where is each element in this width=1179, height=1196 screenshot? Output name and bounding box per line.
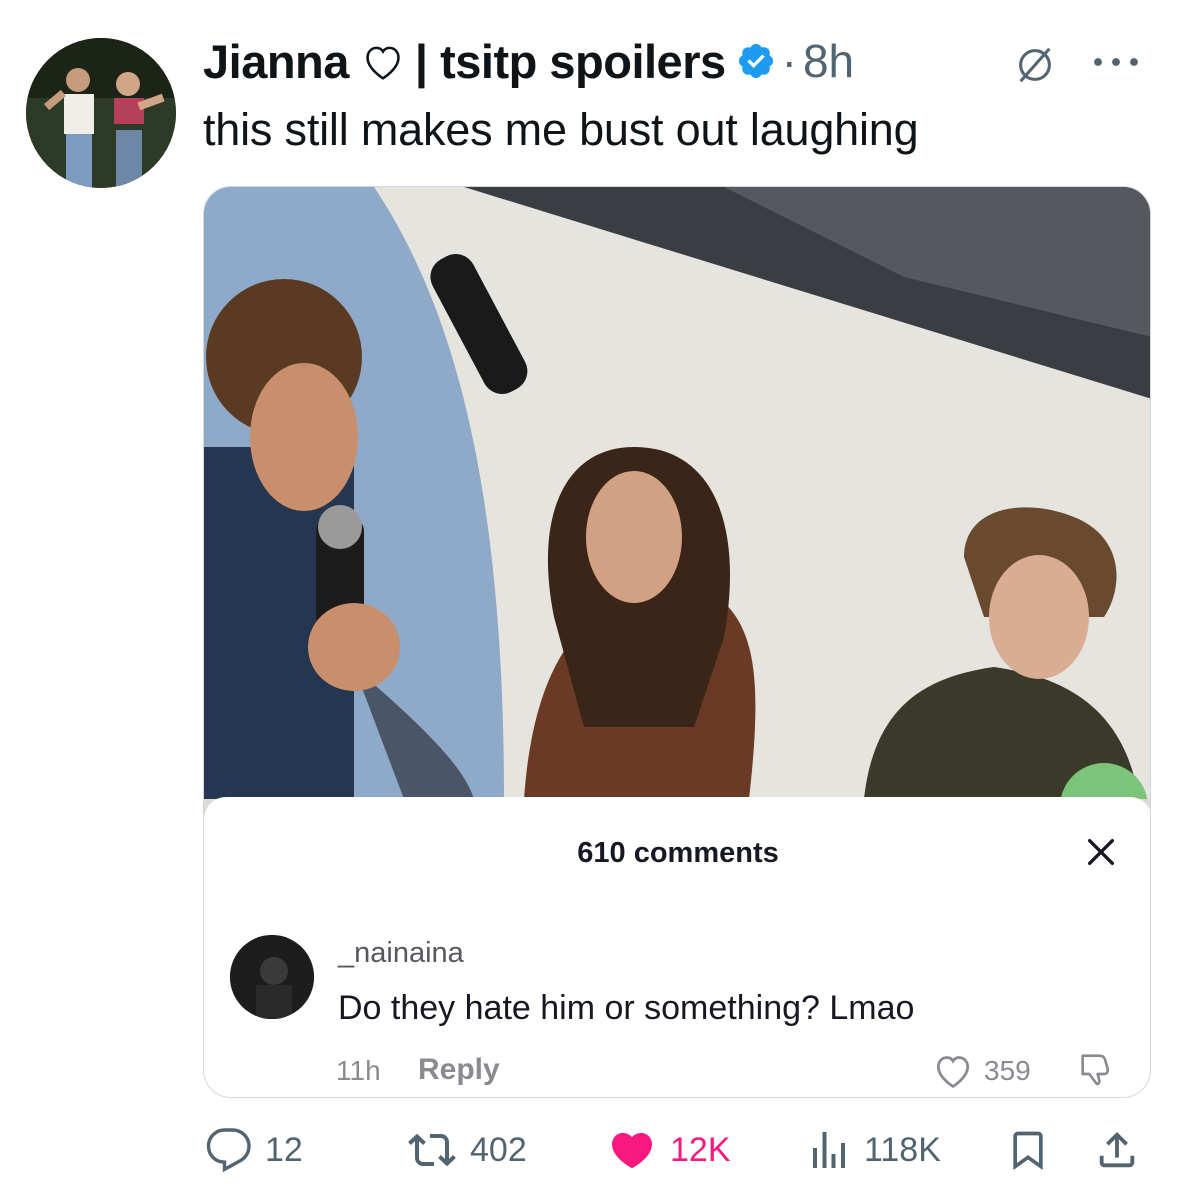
views-count: 118K (864, 1130, 941, 1169)
views-button[interactable]: 118K (804, 1126, 941, 1174)
bookmark-icon (1013, 1131, 1043, 1171)
header-separator: · (781, 35, 797, 87)
tweet-text: this still makes me bust out laughing (203, 104, 919, 155)
views-icon (813, 1132, 845, 1168)
repost-button[interactable]: 402 (404, 1126, 527, 1174)
tweet-media[interactable]: 610 comments _nainaina Do they hate him … (203, 186, 1151, 1098)
close-icon (1087, 838, 1115, 866)
dislike-icon (1081, 1054, 1110, 1086)
comments-count: 610 comments (577, 837, 779, 869)
comment-heart-icon (936, 1056, 970, 1089)
author-name-suffix[interactable]: | tsitp spoilers (415, 34, 726, 89)
share-button[interactable] (1094, 1126, 1140, 1174)
like-count: 12K (670, 1130, 731, 1169)
comment-like-count: 359 (984, 1055, 1031, 1086)
reply-icon (206, 1128, 251, 1173)
grok-icon[interactable] (1012, 42, 1058, 88)
repost-icon (408, 1133, 456, 1167)
author-avatar[interactable] (26, 38, 176, 188)
tweet-action-bar: 12 402 12K 118K (0, 1120, 1179, 1180)
share-icon (1099, 1131, 1135, 1168)
reply-button[interactable]: 12 (203, 1126, 303, 1174)
heart-filled-icon (611, 1133, 653, 1169)
reply-count: 12 (265, 1130, 303, 1169)
heart-emoji-icon (366, 46, 400, 80)
commenter-avatar (230, 935, 314, 1019)
comment-reply-label: Reply (418, 1053, 500, 1086)
comment-time: 11h (336, 1055, 381, 1086)
author-display-name[interactable]: Jianna (203, 34, 349, 89)
verified-badge-icon (738, 43, 773, 79)
comment-text: Do they hate him or something? Lmao (338, 989, 915, 1027)
repost-count: 402 (470, 1130, 527, 1169)
comments-sheet: 610 comments _nainaina Do they hate him … (204, 797, 1150, 1097)
more-options-icon[interactable] (1086, 44, 1146, 80)
media-photo (204, 187, 1150, 799)
like-button[interactable]: 12K (604, 1126, 731, 1174)
tweet-header: Jianna | tsitp spoilers · 8h (203, 30, 854, 92)
commenter-username: _nainaina (338, 937, 464, 969)
bookmark-button[interactable] (1006, 1126, 1050, 1174)
tweet-timestamp[interactable]: 8h (803, 34, 854, 88)
